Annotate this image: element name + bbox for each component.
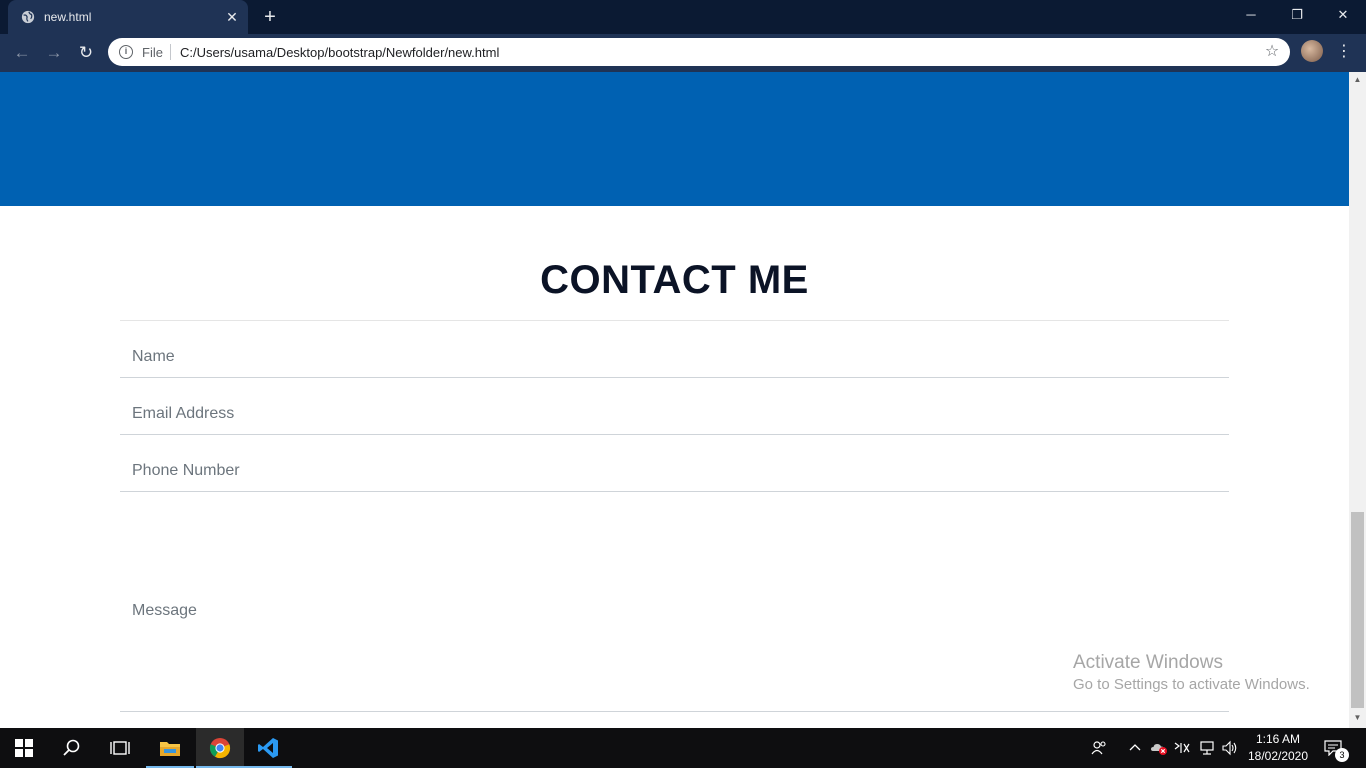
globe-icon [21, 10, 35, 24]
ime-icon[interactable] [1173, 738, 1191, 758]
tab-close-icon[interactable]: ✕ [224, 9, 240, 25]
scroll-down-arrow-icon[interactable]: ▼ [1349, 712, 1366, 724]
address-separator [170, 44, 171, 60]
name-input[interactable] [120, 336, 1229, 378]
browser-title-bar: new.html ✕ + ─ ❐ ✕ [0, 0, 1366, 34]
minimize-button[interactable]: ─ [1228, 0, 1274, 32]
onedrive-error-icon[interactable] [1150, 738, 1168, 758]
info-icon[interactable]: i [119, 45, 133, 59]
address-bar[interactable]: i File C:/Users/usama/Desktop/bootstrap/… [108, 38, 1290, 66]
reload-button[interactable]: ↻ [74, 42, 98, 64]
close-window-button[interactable]: ✕ [1320, 0, 1366, 32]
chevron-up-icon[interactable] [1126, 738, 1144, 758]
tab-title: new.html [44, 10, 92, 24]
hero-banner [0, 72, 1349, 206]
windows-taskbar: 1:16 AM 18/02/2020 3 [0, 728, 1366, 768]
clock-date[interactable]: 18/02/2020 [1244, 748, 1312, 764]
email-input[interactable] [120, 393, 1229, 435]
task-view-icon[interactable] [96, 728, 144, 768]
search-icon[interactable] [48, 728, 96, 768]
scroll-up-arrow-icon[interactable]: ▲ [1349, 74, 1366, 86]
back-button[interactable]: ← [10, 42, 34, 64]
profile-avatar[interactable] [1301, 40, 1323, 62]
browser-toolbar: ← → ↻ i File C:/Users/usama/Desktop/boot… [0, 34, 1366, 72]
clock-time[interactable]: 1:16 AM [1248, 731, 1308, 747]
scheme-label: File [142, 45, 163, 60]
network-icon[interactable] [1198, 738, 1216, 758]
new-tab-button[interactable]: + [260, 7, 280, 28]
volume-icon[interactable] [1221, 738, 1239, 758]
contact-heading: CONTACT ME [540, 258, 809, 302]
url-text[interactable]: C:/Users/usama/Desktop/bootstrap/Newfold… [180, 45, 499, 60]
file-explorer-icon[interactable] [146, 728, 194, 768]
windows-start-icon[interactable] [0, 728, 48, 768]
browser-menu-icon[interactable]: ⋮ [1336, 42, 1352, 62]
notification-count-badge: 3 [1335, 748, 1349, 762]
people-icon[interactable] [1090, 738, 1108, 758]
vscode-icon[interactable] [244, 728, 292, 768]
restore-button[interactable]: ❐ [1274, 0, 1320, 32]
forward-button[interactable]: → [42, 42, 66, 64]
bookmark-star-icon[interactable]: ☆ [1262, 42, 1282, 62]
chrome-icon[interactable] [196, 728, 244, 768]
scroll-thumb[interactable] [1351, 512, 1364, 708]
phone-input[interactable] [120, 450, 1229, 492]
vertical-scrollbar[interactable]: ▲ ▼ [1349, 72, 1366, 728]
heading-divider [120, 320, 1229, 321]
page-viewport: CONTACT ME Activate Windows Go to Settin… [0, 72, 1349, 728]
activate-windows-subtitle: Go to Settings to activate Windows. [1073, 676, 1310, 693]
activate-windows-title: Activate Windows [1073, 652, 1223, 673]
browser-tab[interactable]: new.html ✕ [8, 0, 248, 34]
message-textarea[interactable] [120, 506, 1229, 712]
